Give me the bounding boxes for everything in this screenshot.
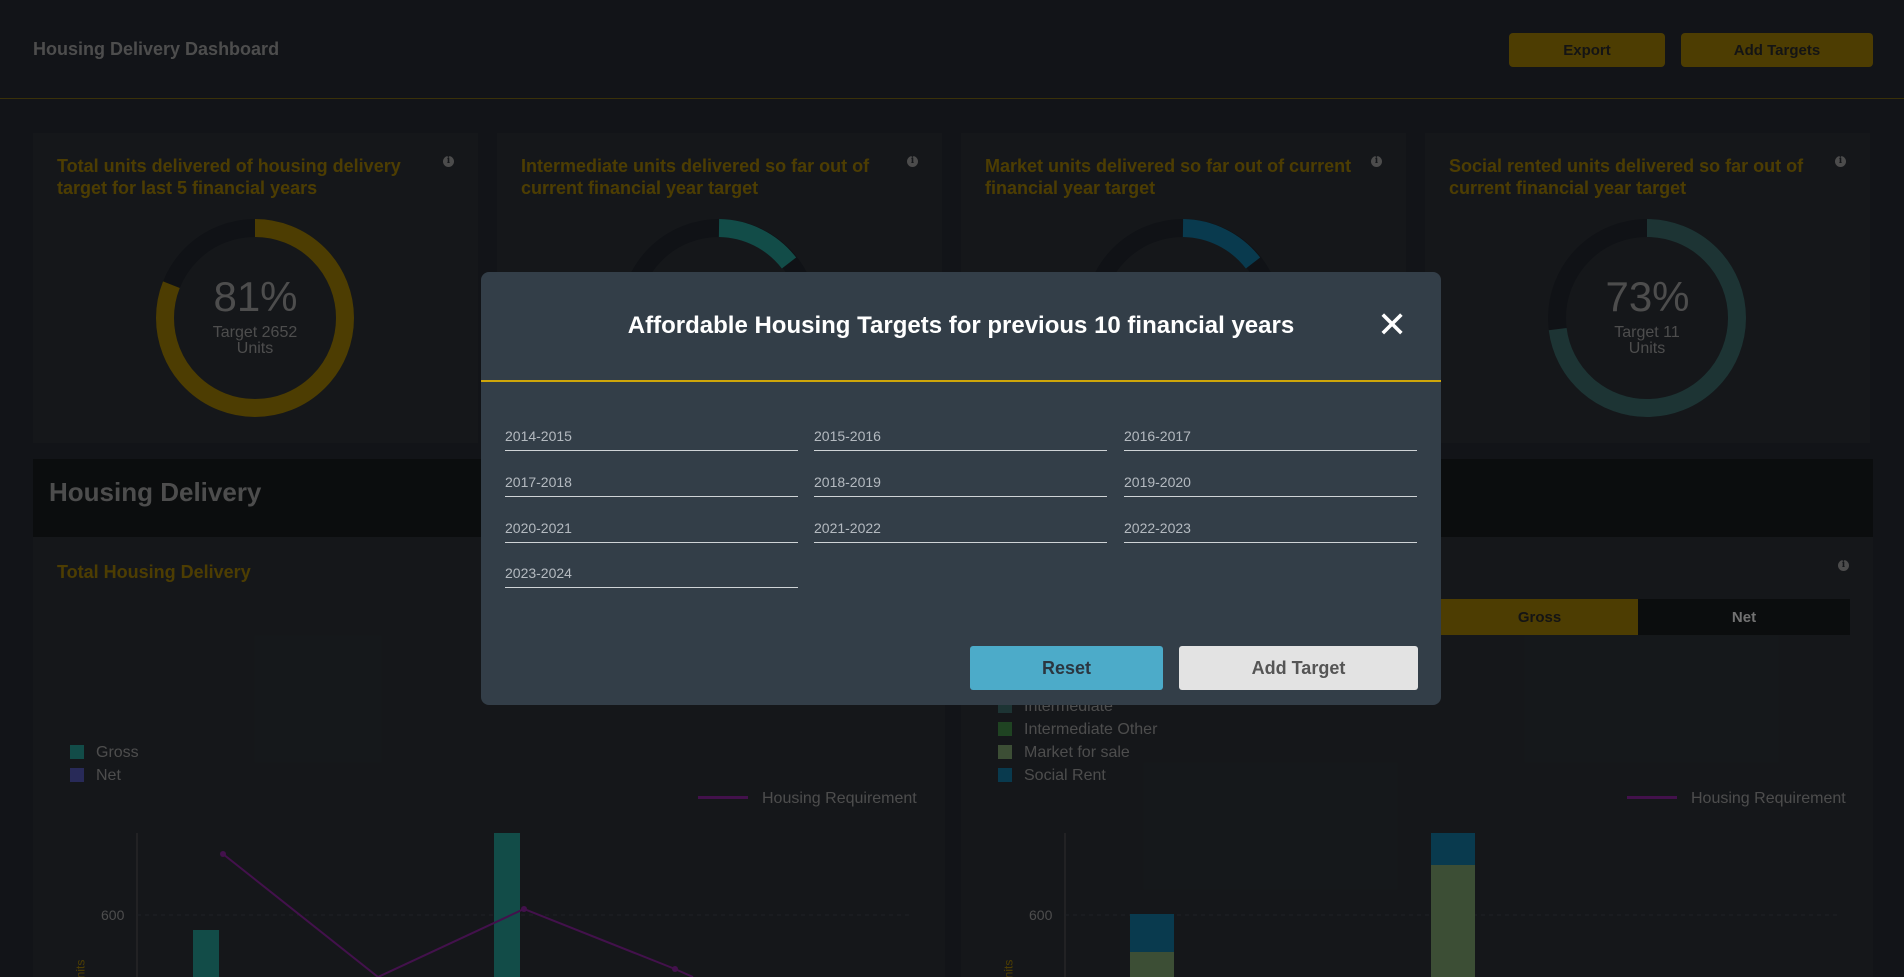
modal-title: Affordable Housing Targets for previous … [627, 312, 1295, 339]
target-field-2016-2017[interactable] [1124, 421, 1417, 451]
close-icon[interactable]: ✕ [1377, 307, 1407, 343]
modal-header: Affordable Housing Targets for previous … [481, 272, 1441, 382]
target-field-2023-2024[interactable] [505, 558, 798, 588]
reset-button[interactable]: Reset [970, 646, 1163, 690]
target-field-2017-2018[interactable] [505, 467, 798, 497]
target-field-2021-2022[interactable] [814, 513, 1107, 543]
target-field-2014-2015[interactable] [505, 421, 798, 451]
target-field-2020-2021[interactable] [505, 513, 798, 543]
target-field-2015-2016[interactable] [814, 421, 1107, 451]
target-field-2018-2019[interactable] [814, 467, 1107, 497]
add-targets-modal: Affordable Housing Targets for previous … [481, 272, 1441, 705]
target-field-2019-2020[interactable] [1124, 467, 1417, 497]
add-target-button[interactable]: Add Target [1179, 646, 1418, 690]
target-field-2022-2023[interactable] [1124, 513, 1417, 543]
